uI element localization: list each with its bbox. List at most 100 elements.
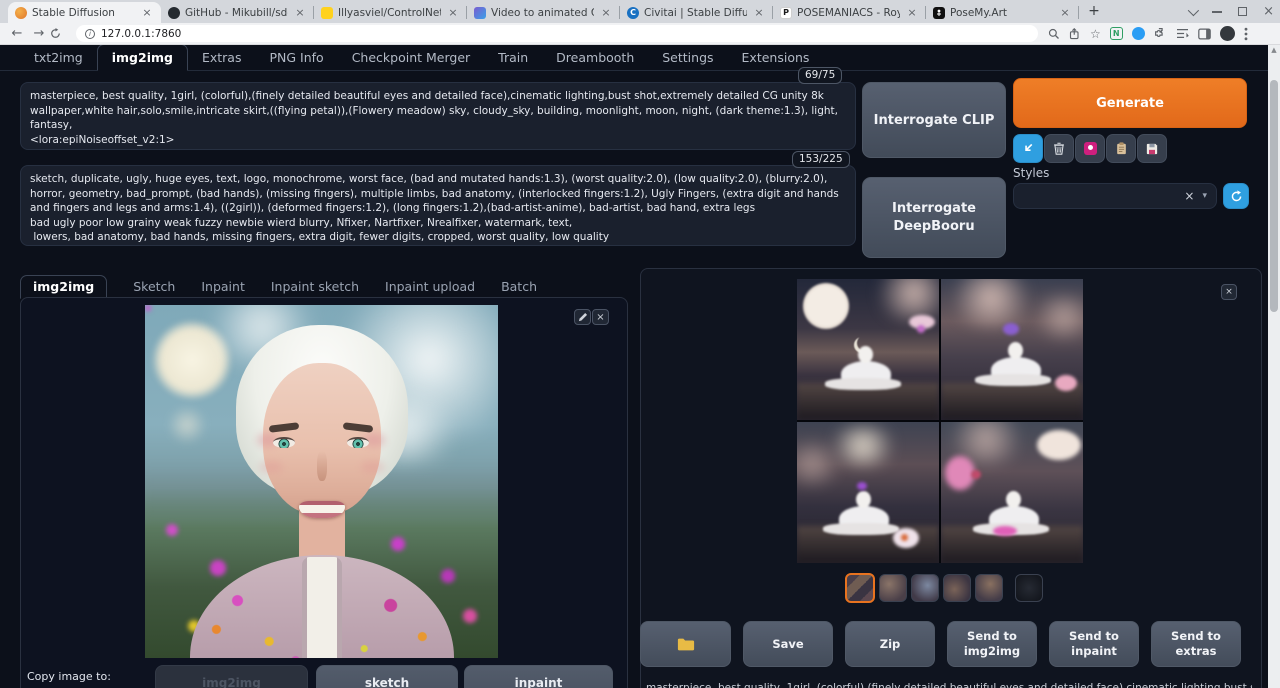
copy-to-img2img-button: img2img: [155, 665, 308, 688]
result-image-2[interactable]: [941, 279, 1083, 420]
tab-search-chevron-icon[interactable]: [1188, 4, 1199, 15]
result-image-grid[interactable]: [797, 279, 1083, 563]
subtab-sketch[interactable]: Sketch: [133, 279, 175, 298]
minimize-button[interactable]: [1212, 11, 1222, 13]
result-image-1[interactable]: [797, 279, 939, 420]
browser-tab-civitai[interactable]: C Civitai | Stable Diffusion model ×: [620, 2, 773, 23]
save-button[interactable]: Save: [743, 621, 833, 667]
github-favicon: [168, 7, 180, 19]
thumbnail-3[interactable]: [911, 574, 939, 602]
new-tab-button[interactable]: +: [1085, 3, 1103, 21]
reload-button[interactable]: [50, 28, 72, 39]
tab-close-icon[interactable]: ×: [905, 6, 919, 20]
img2img-source-image[interactable]: [145, 305, 498, 658]
zip-button[interactable]: Zip: [845, 621, 935, 667]
site-info-icon[interactable]: i: [85, 29, 95, 39]
window-close-button[interactable]: ×: [1263, 4, 1274, 19]
profile-avatar[interactable]: [1220, 26, 1235, 41]
subtab-batch[interactable]: Batch: [501, 279, 537, 298]
thumbnail-4[interactable]: [943, 574, 971, 602]
tab-txt2img[interactable]: txt2img: [20, 45, 97, 70]
browser-tab-posemyart[interactable]: PoseMy.Art ×: [926, 2, 1079, 23]
browser-tab-stable-diffusion[interactable]: Stable Diffusion ×: [8, 2, 161, 23]
copy-to-inpaint-button[interactable]: inpaint: [464, 665, 613, 688]
extensions-puzzle-icon[interactable]: [1154, 27, 1167, 40]
menu-dots-icon[interactable]: [1244, 27, 1248, 41]
tab-png-info[interactable]: PNG Info: [255, 45, 337, 70]
close-gallery-button[interactable]: ×: [1221, 284, 1237, 300]
toolbar-icons: ☆ N: [1048, 26, 1259, 41]
sidebar-panel-icon[interactable]: [1198, 28, 1211, 40]
page-scrollbar[interactable]: ▲: [1268, 45, 1280, 688]
styles-refresh-button[interactable]: [1223, 183, 1249, 209]
open-folder-button[interactable]: [640, 621, 731, 667]
copy-to-sketch-button[interactable]: sketch: [316, 665, 458, 688]
prompt-input[interactable]: masterpiece, best quality, 1girl, (color…: [20, 82, 856, 150]
subtab-inpaint-sketch[interactable]: Inpaint sketch: [271, 279, 359, 298]
tab-train[interactable]: Train: [484, 45, 542, 70]
tab-extras[interactable]: Extras: [188, 45, 256, 70]
chevron-down-icon: ▾: [1202, 191, 1207, 201]
styles-clear-icon[interactable]: ×: [1184, 189, 1194, 203]
thumbnail-1-selected[interactable]: [845, 573, 875, 603]
interrogate-clip-button[interactable]: Interrogate CLIP: [862, 82, 1006, 158]
maximize-button[interactable]: [1238, 7, 1247, 16]
interrogate-deepbooru-button[interactable]: Interrogate DeepBooru: [862, 177, 1006, 258]
tab-checkpoint-merger[interactable]: Checkpoint Merger: [338, 45, 484, 70]
thumbnail-5[interactable]: [975, 574, 1003, 602]
zoom-icon[interactable]: [1048, 28, 1060, 40]
tab-dreambooth[interactable]: Dreambooth: [542, 45, 648, 70]
tab-img2img[interactable]: img2img: [97, 45, 188, 71]
generate-button[interactable]: Generate: [1013, 78, 1247, 128]
result-image-3[interactable]: [797, 422, 939, 563]
copy-image-label: Copy image to:: [27, 670, 111, 683]
folder-icon: [677, 637, 695, 652]
huggingface-favicon: [321, 7, 333, 19]
styles-dropdown[interactable]: × ▾: [1013, 183, 1217, 209]
apply-style-clipboard-button[interactable]: [1106, 134, 1136, 163]
browser-tab-gif-converter[interactable]: Video to animated GIF converter ×: [467, 2, 620, 23]
tab-close-icon[interactable]: ×: [293, 6, 307, 20]
save-style-button[interactable]: [1137, 134, 1167, 163]
tab-settings[interactable]: Settings: [648, 45, 727, 70]
subtab-inpaint-upload[interactable]: Inpaint upload: [385, 279, 475, 298]
negative-prompt-input[interactable]: sketch, duplicate, ugly, huge eyes, text…: [20, 165, 856, 246]
scrollbar-up-arrow[interactable]: ▲: [1268, 46, 1280, 54]
extra-networks-button[interactable]: [1075, 134, 1105, 163]
back-button[interactable]: ←: [6, 26, 28, 41]
browser-tab-posemaniacs[interactable]: P POSEMANIACS - Royalty free 3 ×: [773, 2, 926, 23]
address-bar[interactable]: i 127.0.0.1:7860: [76, 25, 1038, 42]
paste-generation-params-button[interactable]: [1013, 134, 1043, 163]
tab-close-icon[interactable]: ×: [140, 6, 154, 20]
civitai-favicon: C: [627, 7, 639, 19]
send-to-extras-button[interactable]: Send to extras: [1151, 621, 1241, 667]
prompt-token-counter: 69/75: [798, 67, 842, 84]
tab-close-icon[interactable]: ×: [1058, 6, 1072, 20]
remove-image-button[interactable]: ×: [592, 309, 609, 325]
stable-diffusion-webui: txt2img img2img Extras PNG Info Checkpoi…: [0, 45, 1280, 688]
subtab-img2img[interactable]: img2img: [20, 275, 107, 299]
media-list-icon[interactable]: [1176, 28, 1189, 39]
share-icon[interactable]: [1069, 28, 1081, 40]
scrollbar-thumb[interactable]: [1270, 80, 1278, 312]
thumbnail-6[interactable]: [1015, 574, 1043, 602]
send-to-inpaint-button[interactable]: Send to inpaint: [1049, 621, 1139, 667]
browser-tab-controlnet[interactable]: Illyasviel/ControlNet at main ×: [314, 2, 467, 23]
tab-close-icon[interactable]: ×: [752, 6, 766, 20]
clear-prompt-trash-button[interactable]: [1044, 134, 1074, 163]
browser-tab-github[interactable]: GitHub - Mikubill/sd-webui-co ×: [161, 2, 314, 23]
edit-image-button[interactable]: [574, 309, 591, 325]
url-text: 127.0.0.1:7860: [101, 28, 181, 40]
tab-close-icon[interactable]: ×: [446, 6, 460, 20]
browser-tab-title: Video to animated GIF converter: [491, 7, 594, 19]
notion-extension-icon[interactable]: N: [1110, 27, 1123, 40]
thumbnail-2[interactable]: [879, 574, 907, 602]
negative-prompt-token-counter: 153/225: [792, 151, 850, 168]
subtab-inpaint[interactable]: Inpaint: [201, 279, 245, 298]
blue-extension-icon[interactable]: [1132, 27, 1145, 40]
send-to-img2img-button[interactable]: Send to img2img: [947, 621, 1037, 667]
tab-close-icon[interactable]: ×: [599, 6, 613, 20]
result-image-4[interactable]: [941, 422, 1083, 563]
forward-button[interactable]: →: [28, 26, 50, 41]
bookmark-star-icon[interactable]: ☆: [1090, 27, 1101, 41]
